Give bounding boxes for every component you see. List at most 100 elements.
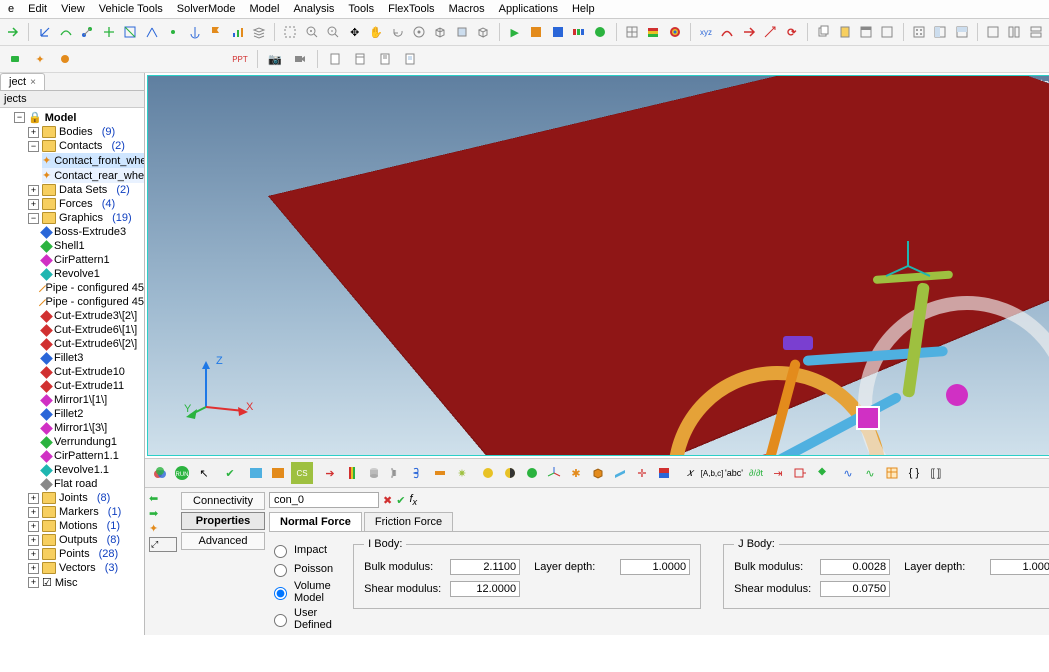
frame-icon[interactable] — [121, 21, 139, 43]
wave1-icon[interactable]: ∿ — [839, 464, 857, 482]
page2-icon[interactable] — [349, 48, 371, 70]
star-icon[interactable]: ✦ — [29, 48, 51, 70]
window2-icon[interactable] — [878, 21, 896, 43]
zoom-in-icon[interactable] — [303, 21, 321, 43]
sphere-green-icon[interactable] — [591, 21, 609, 43]
sphere-rainbow-icon[interactable] — [665, 21, 683, 43]
tree-outputs[interactable]: +Outputs (8) — [28, 533, 144, 547]
palette-icon[interactable] — [570, 21, 588, 43]
tab-normal-force[interactable]: Normal Force — [269, 512, 362, 531]
menu-flextools[interactable]: FlexTools — [388, 3, 434, 15]
tree-joints[interactable]: +Joints (8) — [28, 491, 144, 505]
ibody-layer-input[interactable] — [620, 559, 690, 575]
rotate-icon[interactable] — [388, 21, 406, 43]
clear-icon[interactable]: ✖ — [383, 494, 392, 507]
nav-back-icon[interactable]: ⬅ — [149, 492, 177, 505]
flag-icon[interactable] — [207, 21, 225, 43]
cyl-icon[interactable] — [365, 464, 383, 482]
tree-graphic-item[interactable]: CirPattern1.1 — [42, 449, 144, 463]
menu-analysis[interactable]: Analysis — [293, 3, 334, 15]
tab-friction-force[interactable]: Friction Force — [364, 512, 453, 531]
arrow-red-icon[interactable] — [740, 21, 758, 43]
tree-graphic-item[interactable]: Shell1 — [42, 239, 144, 253]
tree-contact-rear[interactable]: ✦Contact_rear_wheel — [42, 168, 144, 183]
in-arrow-icon[interactable]: ⇥ — [769, 464, 787, 482]
jbody-layer-input[interactable] — [990, 559, 1049, 575]
tree-datasets[interactable]: +Data Sets (2) — [28, 183, 144, 197]
paste-icon[interactable] — [835, 21, 853, 43]
menu-applications[interactable]: Applications — [499, 3, 558, 15]
colorbar-icon[interactable] — [343, 464, 361, 482]
tree-motions[interactable]: +Motions (1) — [28, 519, 144, 533]
section-connectivity[interactable]: Connectivity — [181, 492, 265, 510]
man-icon[interactable]: ✱ — [567, 464, 585, 482]
cube-icon[interactable] — [431, 21, 449, 43]
dbl-bracket-icon[interactable]: ⟦⟧ — [927, 464, 945, 482]
run-icon[interactable]: RUN — [173, 464, 191, 482]
tree-vectors[interactable]: +Vectors (3) — [28, 561, 144, 575]
menu-tools[interactable]: Tools — [348, 3, 374, 15]
radio-impact[interactable]: Impact — [269, 542, 333, 558]
menu-help[interactable]: Help — [572, 3, 595, 15]
gradient-icon[interactable] — [655, 464, 673, 482]
img2-icon[interactable] — [269, 464, 287, 482]
fx-icon[interactable]: fx — [409, 493, 417, 507]
plus-axes-icon[interactable]: ✛ — [633, 464, 651, 482]
grid-icon[interactable] — [623, 21, 641, 43]
vector-icon[interactable] — [761, 21, 779, 43]
tree-graphic-item[interactable]: Cut-Extrude6\[2\] — [42, 337, 144, 351]
page1-icon[interactable] — [324, 48, 346, 70]
out-box-icon[interactable] — [791, 464, 809, 482]
ibody-shear-input[interactable] — [450, 581, 520, 597]
ibody-bulk-input[interactable] — [450, 559, 520, 575]
tree-bodies[interactable]: +Bodies (9) — [28, 125, 144, 139]
cs-icon[interactable]: CS — [291, 462, 313, 484]
menu-edit[interactable]: Edit — [28, 3, 47, 15]
iso-view-icon[interactable] — [474, 21, 492, 43]
arrow-icon[interactable] — [4, 21, 22, 43]
x-icon[interactable]: 𝑥 — [681, 464, 699, 482]
expand-icon[interactable]: ⤢ — [149, 537, 177, 552]
diamond-orange-icon[interactable] — [204, 48, 226, 70]
section-advanced[interactable]: Advanced — [181, 532, 265, 550]
tree-graphic-item[interactable]: Boss-Extrude3 — [42, 225, 144, 239]
tree-contacts[interactable]: −Contacts (2) — [28, 139, 144, 153]
viewport-3d[interactable]: D:/PROJECT/project_tail_loader/.Report/N… — [147, 75, 1049, 456]
page4-icon[interactable] — [399, 48, 421, 70]
red-arrow-icon[interactable]: ➔ — [321, 464, 339, 482]
tree-graphic-item[interactable]: Cut-Extrude3\[2\] — [42, 309, 144, 323]
tree-graphic-item[interactable]: Fillet2 — [42, 407, 144, 421]
tree-graphic-item[interactable]: Cut-Extrude10 — [42, 365, 144, 379]
tool-b-icon[interactable] — [548, 21, 566, 43]
sphere-orange-icon[interactable] — [54, 48, 76, 70]
entity-name-input[interactable] — [269, 492, 379, 508]
tree-graphic-item[interactable]: Cut-Extrude6\[1\] — [42, 323, 144, 337]
tree-graphic-item[interactable]: Cut-Extrude11 — [42, 379, 144, 393]
star-nav-icon[interactable]: ✦ — [149, 522, 177, 535]
panel-b-icon[interactable] — [952, 21, 970, 43]
curve-icon[interactable] — [57, 21, 75, 43]
tree-graphics[interactable]: −Graphics (19) — [28, 211, 144, 225]
camera-icon[interactable]: 📷 — [264, 48, 286, 70]
pan-icon[interactable]: ✥ — [345, 21, 363, 43]
tree-markers[interactable]: +Markers (1) — [28, 505, 144, 519]
tree-graphic-item[interactable]: Verrundung1 — [42, 435, 144, 449]
tree-graphic-item[interactable]: Revolve1 — [42, 267, 144, 281]
jbody-bulk-input[interactable] — [820, 559, 890, 575]
rgb-sphere-icon[interactable] — [151, 464, 169, 482]
tree-root[interactable]: −🔒Model — [14, 110, 144, 125]
layout1-icon[interactable] — [984, 21, 1002, 43]
xyz-icon[interactable]: xyz — [697, 21, 715, 43]
layers-icon[interactable] — [250, 21, 268, 43]
yellow-sphere-icon[interactable] — [479, 464, 497, 482]
menu-view[interactable]: View — [61, 3, 85, 15]
abc-icon[interactable]: 'abc' — [725, 464, 743, 482]
cross-icon[interactable] — [100, 21, 118, 43]
tree-graphic-item[interactable]: Flat road — [42, 477, 144, 491]
wave2-icon[interactable]: ∿ — [861, 464, 879, 482]
check-icon[interactable]: ✔ — [221, 464, 239, 482]
close-icon[interactable]: × — [30, 77, 36, 88]
green-sphere-icon[interactable] — [523, 464, 541, 482]
diamond-red-icon[interactable] — [129, 48, 151, 70]
braces-icon[interactable]: { } — [905, 464, 923, 482]
